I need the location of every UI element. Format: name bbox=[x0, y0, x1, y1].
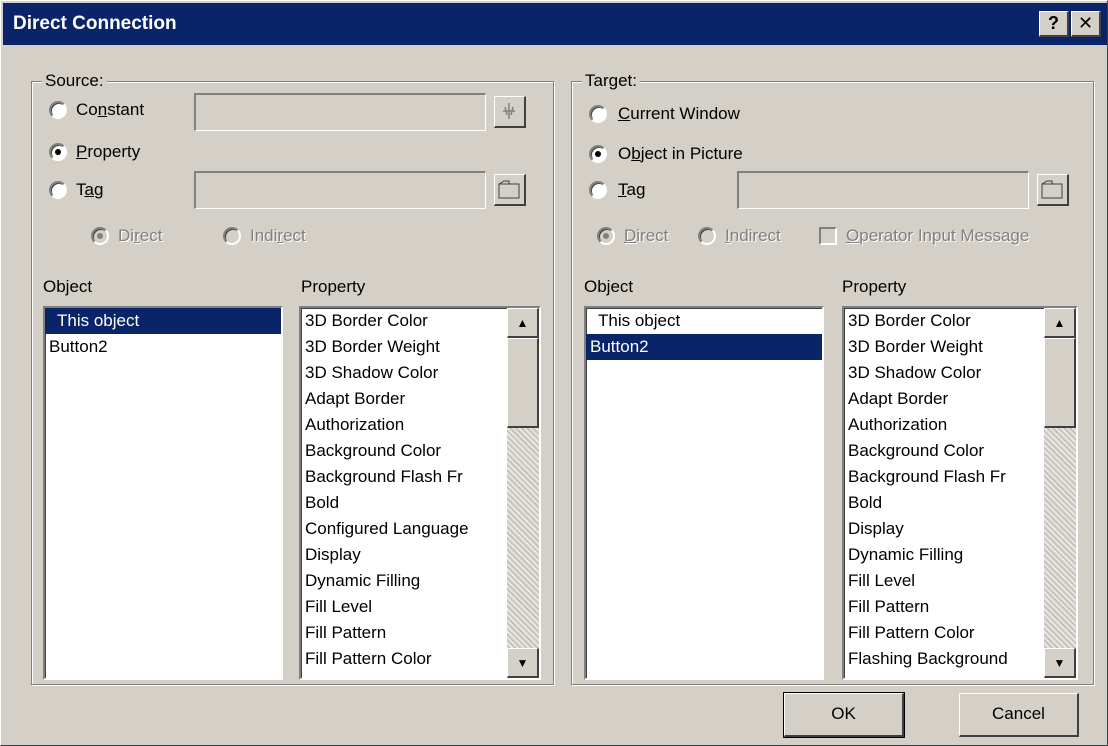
folder-icon bbox=[498, 180, 520, 199]
source-property-radio[interactable] bbox=[49, 143, 67, 161]
list-item[interactable]: Background Color bbox=[301, 438, 507, 464]
scroll-down-arrow-icon[interactable]: ▼ bbox=[507, 648, 539, 678]
source-constant-input[interactable] bbox=[194, 93, 486, 131]
list-item[interactable]: Display bbox=[844, 516, 1044, 542]
target-tag-label[interactable]: Tag bbox=[618, 180, 645, 200]
source-property-header: Property bbox=[301, 277, 366, 296]
source-object-list[interactable]: This object Button2 bbox=[43, 306, 283, 680]
list-item[interactable]: Fill Pattern Color bbox=[301, 646, 507, 672]
cancel-button[interactable]: Cancel bbox=[959, 693, 1079, 737]
list-item[interactable]: Adapt Border bbox=[844, 386, 1044, 412]
list-item[interactable]: Background Flash Fr bbox=[301, 464, 507, 490]
target-current-window-label[interactable]: Current Window bbox=[618, 104, 740, 124]
close-button[interactable]: ✕ bbox=[1071, 11, 1101, 37]
list-item[interactable]: Bold bbox=[844, 490, 1044, 516]
scroll-down-arrow-icon[interactable]: ▼ bbox=[1044, 648, 1076, 678]
list-item[interactable]: Dynamic Filling bbox=[301, 568, 507, 594]
list-item[interactable]: Fill Level bbox=[844, 568, 1044, 594]
direct-connection-dialog: Direct Connection ? ✕ Source: Constant P… bbox=[0, 0, 1108, 746]
source-property-scrollbar[interactable]: ▲ ▼ bbox=[507, 308, 539, 678]
scroll-up-arrow-icon[interactable]: ▲ bbox=[507, 308, 539, 338]
list-item[interactable]: This object bbox=[586, 308, 822, 334]
source-direct-radio[interactable] bbox=[91, 227, 109, 245]
list-item[interactable]: Fill Level bbox=[301, 594, 507, 620]
list-item[interactable]: 3D Border Weight bbox=[844, 334, 1044, 360]
list-item[interactable]: 3D Border Weight bbox=[301, 334, 507, 360]
target-object-in-picture-radio[interactable] bbox=[589, 145, 607, 163]
source-object-header: Object bbox=[43, 277, 93, 296]
list-item[interactable]: This object bbox=[45, 308, 281, 334]
target-current-window-radio[interactable] bbox=[589, 105, 607, 123]
target-tag-browse-button[interactable] bbox=[1037, 174, 1069, 206]
title-bar[interactable]: Direct Connection ? ✕ bbox=[3, 3, 1107, 45]
list-item[interactable]: 3D Shadow Color bbox=[301, 360, 507, 386]
source-property-list[interactable]: 3D Border Color 3D Border Weight 3D Shad… bbox=[299, 306, 541, 680]
list-item[interactable]: Bold bbox=[301, 490, 507, 516]
scroll-thumb[interactable] bbox=[507, 338, 539, 428]
scroll-thumb[interactable] bbox=[1044, 338, 1076, 428]
list-item[interactable]: Button2 bbox=[586, 334, 822, 360]
source-indirect-radio[interactable] bbox=[223, 227, 241, 245]
source-constant-picker-button[interactable] bbox=[494, 96, 526, 128]
list-item[interactable]: 3D Border Color bbox=[844, 308, 1044, 334]
list-item[interactable]: 3D Border Color bbox=[301, 308, 507, 334]
source-constant-radio[interactable] bbox=[49, 101, 67, 119]
source-direct-label[interactable]: Direct bbox=[118, 226, 162, 246]
target-property-header: Property bbox=[842, 277, 907, 296]
target-object-list[interactable]: This object Button2 bbox=[584, 306, 824, 680]
target-object-in-picture-label[interactable]: Object in Picture bbox=[618, 144, 743, 164]
folder-icon bbox=[1041, 180, 1063, 199]
operator-input-message-checkbox[interactable] bbox=[819, 227, 837, 245]
function-icon bbox=[503, 103, 515, 119]
list-item[interactable]: Dynamic Filling bbox=[844, 542, 1044, 568]
source-tag-browse-button[interactable] bbox=[494, 174, 526, 206]
list-item[interactable]: Background Color bbox=[844, 438, 1044, 464]
target-object-header: Object bbox=[584, 277, 634, 296]
target-direct-radio[interactable] bbox=[597, 227, 615, 245]
target-tag-input[interactable] bbox=[737, 171, 1029, 209]
list-item[interactable]: Adapt Border bbox=[301, 386, 507, 412]
help-button[interactable]: ? bbox=[1039, 11, 1069, 37]
list-item[interactable]: Flashing Background bbox=[844, 646, 1044, 672]
list-item[interactable]: Authorization bbox=[844, 412, 1044, 438]
list-item[interactable]: Fill Pattern Color bbox=[844, 620, 1044, 646]
operator-input-message-label[interactable]: Operator Input Message bbox=[846, 226, 1029, 246]
source-constant-label[interactable]: Constant bbox=[76, 100, 144, 120]
list-item[interactable]: Configured Language bbox=[301, 516, 507, 542]
scroll-up-arrow-icon[interactable]: ▲ bbox=[1044, 308, 1076, 338]
source-tag-input[interactable] bbox=[194, 171, 486, 209]
list-item[interactable]: 3D Shadow Color bbox=[844, 360, 1044, 386]
target-property-scrollbar[interactable]: ▲ ▼ bbox=[1044, 308, 1076, 678]
list-item[interactable]: Authorization bbox=[301, 412, 507, 438]
list-item[interactable]: Fill Pattern bbox=[301, 620, 507, 646]
list-item[interactable]: Button2 bbox=[45, 334, 281, 360]
target-tag-radio[interactable] bbox=[589, 181, 607, 199]
target-indirect-radio[interactable] bbox=[698, 227, 716, 245]
source-tag-radio[interactable] bbox=[49, 181, 67, 199]
list-item[interactable]: Fill Pattern bbox=[844, 594, 1044, 620]
target-indirect-label[interactable]: Indirect bbox=[725, 226, 781, 246]
source-indirect-label[interactable]: Indirect bbox=[250, 226, 306, 246]
source-tag-label[interactable]: Tag bbox=[76, 180, 103, 200]
list-item[interactable]: Background Flash Fr bbox=[844, 464, 1044, 490]
dialog-title: Direct Connection bbox=[13, 13, 177, 34]
source-property-label[interactable]: Property bbox=[76, 142, 140, 162]
source-legend: Source: bbox=[42, 71, 107, 91]
ok-button[interactable]: OK bbox=[783, 692, 905, 738]
target-legend: Target: bbox=[582, 71, 640, 91]
target-property-list[interactable]: 3D Border Color 3D Border Weight 3D Shad… bbox=[842, 306, 1078, 680]
list-item[interactable]: Display bbox=[301, 542, 507, 568]
target-direct-label[interactable]: Direct bbox=[624, 226, 668, 246]
